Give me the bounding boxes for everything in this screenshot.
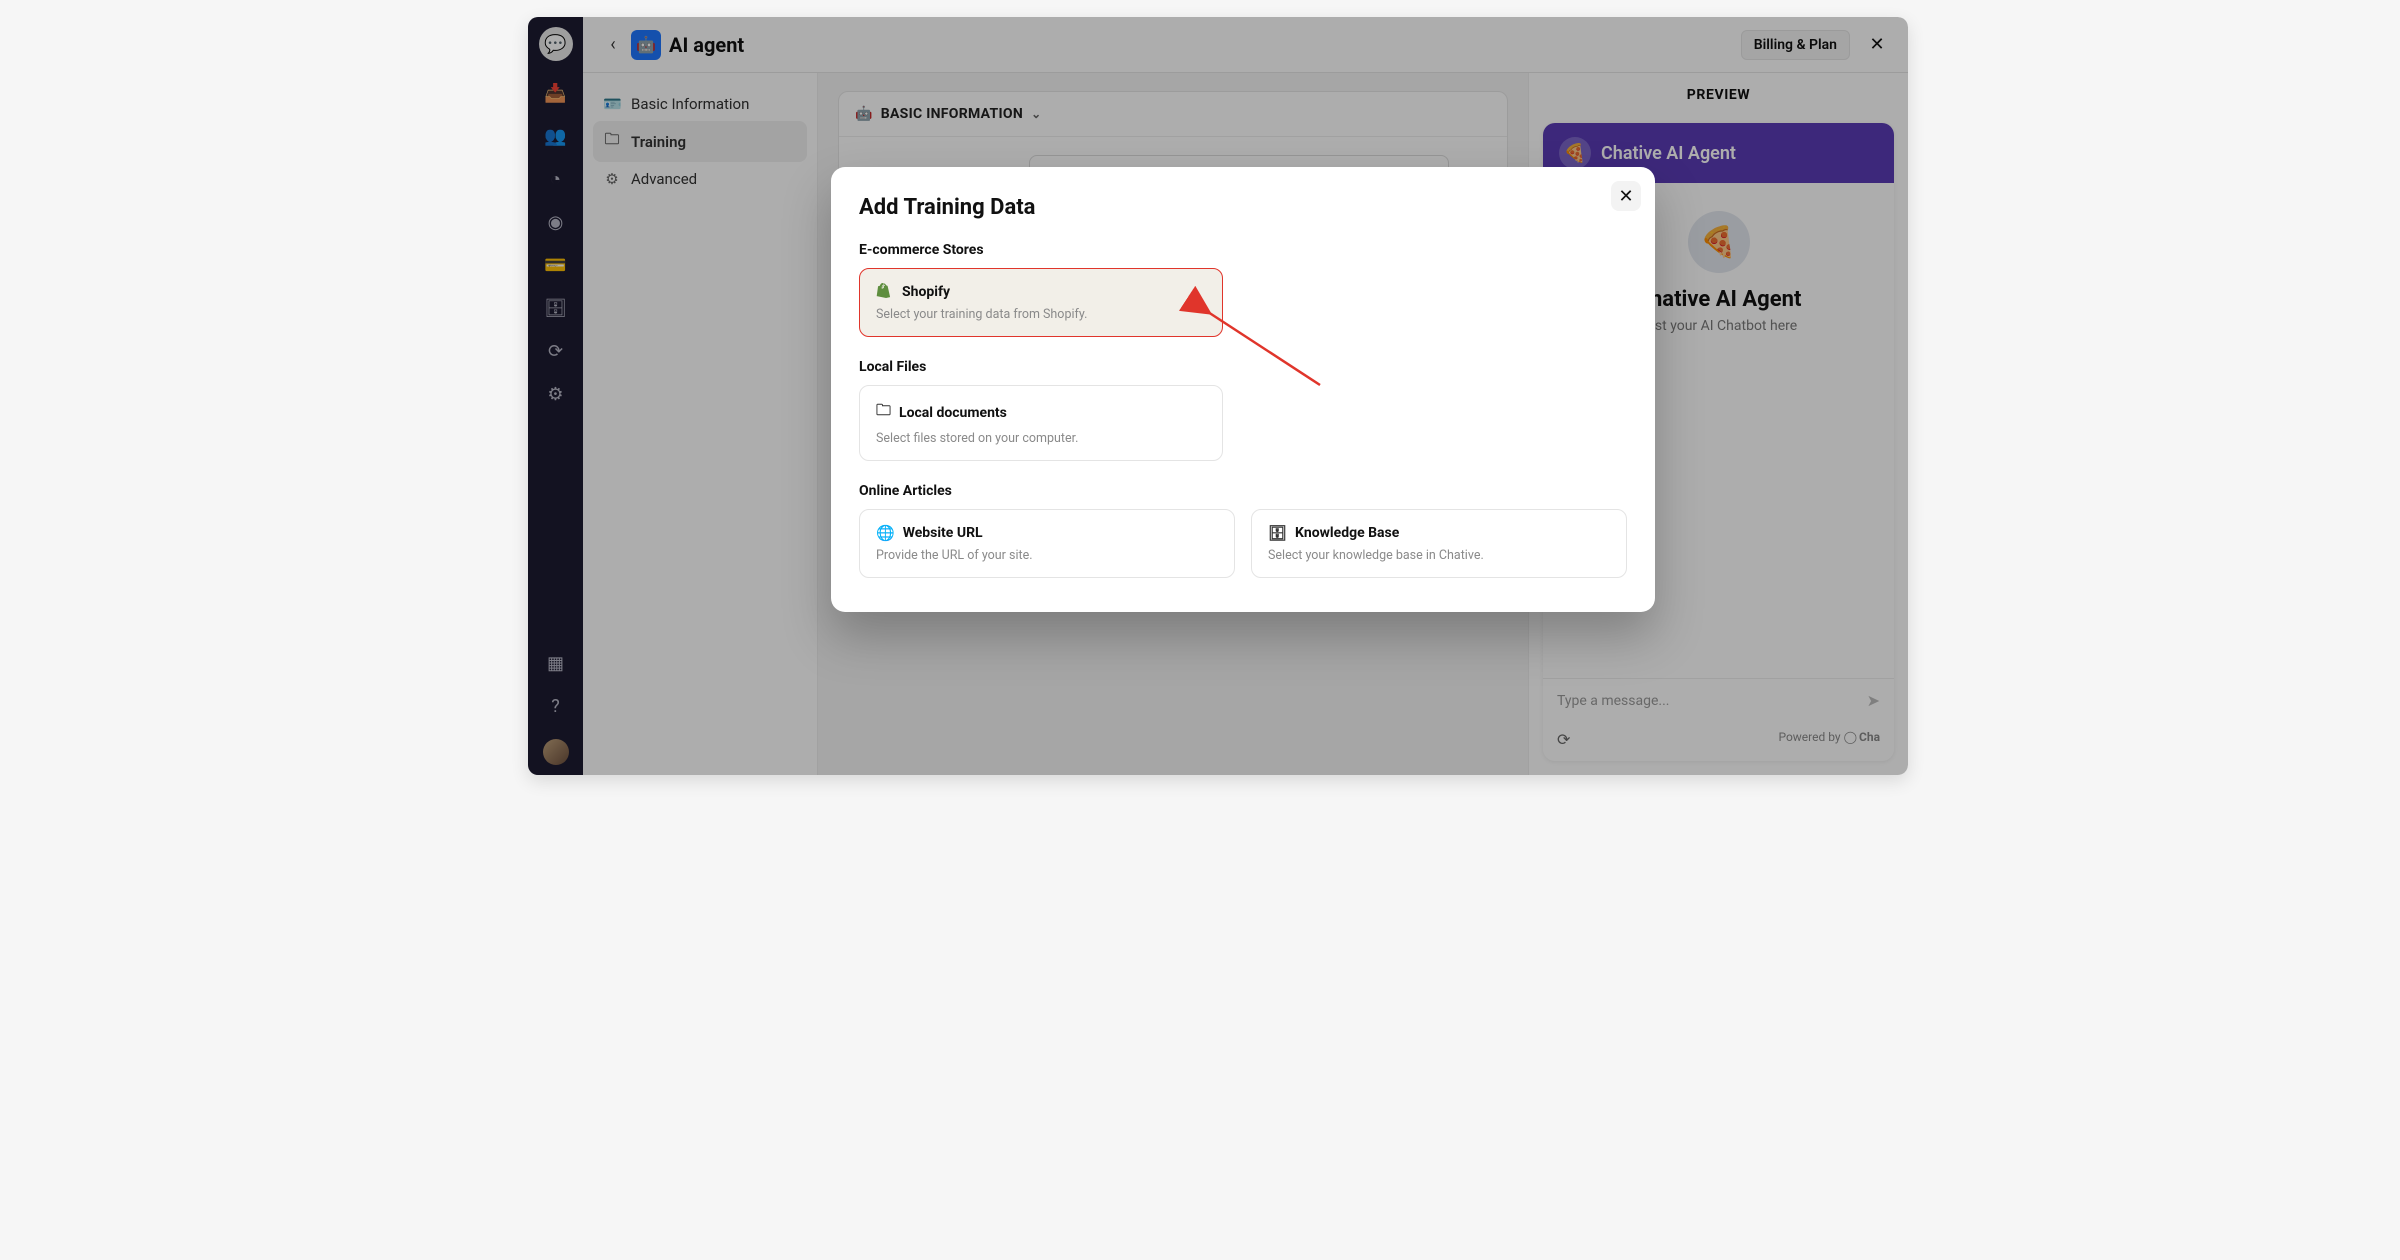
option-website-url[interactable]: 🌐 Website URL Provide the URL of your si…: [859, 509, 1235, 578]
option-shopify-title: Shopify: [902, 284, 950, 300]
folder-icon: 🗀: [876, 400, 891, 425]
option-website-url-desc: Provide the URL of your site.: [876, 548, 1218, 563]
app-window: 💬 📥 👥 ◔ ◉ 💳 🗄 ⟳ ⚙ ▦ ? ‹ 🤖 AI agent Billi…: [528, 17, 1908, 775]
modal-close-button[interactable]: ✕: [1611, 181, 1641, 211]
section-label-ecommerce: E-commerce Stores: [859, 242, 1627, 258]
globe-icon: 🌐: [876, 524, 895, 542]
database-icon: 🗄: [1268, 524, 1287, 542]
shopify-icon: [876, 283, 894, 301]
option-local-documents[interactable]: 🗀 Local documents Select files stored on…: [859, 385, 1223, 461]
section-label-local: Local Files: [859, 359, 1627, 375]
option-knowledge-base[interactable]: 🗄 Knowledge Base Select your knowledge b…: [1251, 509, 1627, 578]
option-local-title: Local documents: [899, 405, 1007, 421]
option-knowledge-base-title: Knowledge Base: [1295, 525, 1399, 541]
option-shopify-desc: Select your training data from Shopify.: [876, 307, 1206, 322]
option-knowledge-base-desc: Select your knowledge base in Chative.: [1268, 548, 1610, 563]
modal-title: Add Training Data: [859, 195, 1627, 220]
section-label-online: Online Articles: [859, 483, 1627, 499]
add-training-data-modal: ✕ Add Training Data E-commerce Stores Sh…: [831, 167, 1655, 612]
option-shopify[interactable]: Shopify Select your training data from S…: [859, 268, 1223, 337]
option-local-desc: Select files stored on your computer.: [876, 431, 1206, 446]
option-website-url-title: Website URL: [903, 525, 983, 541]
